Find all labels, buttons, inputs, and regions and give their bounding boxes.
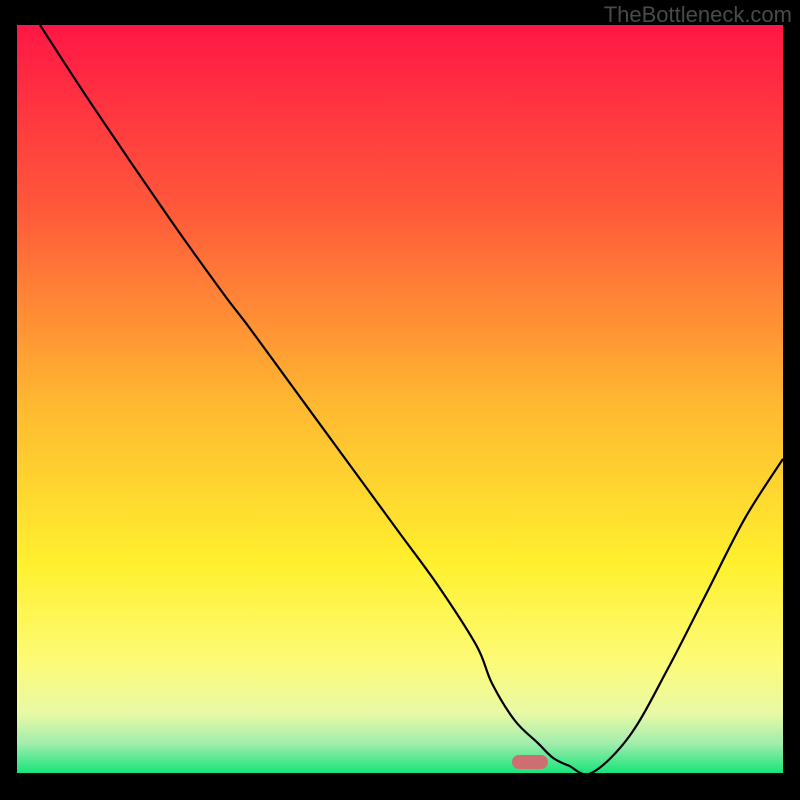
watermark-text: TheBottleneck.com (604, 2, 792, 28)
chart-marker (512, 755, 548, 769)
chart-curve (17, 25, 783, 773)
chart-plot-area (17, 25, 783, 773)
